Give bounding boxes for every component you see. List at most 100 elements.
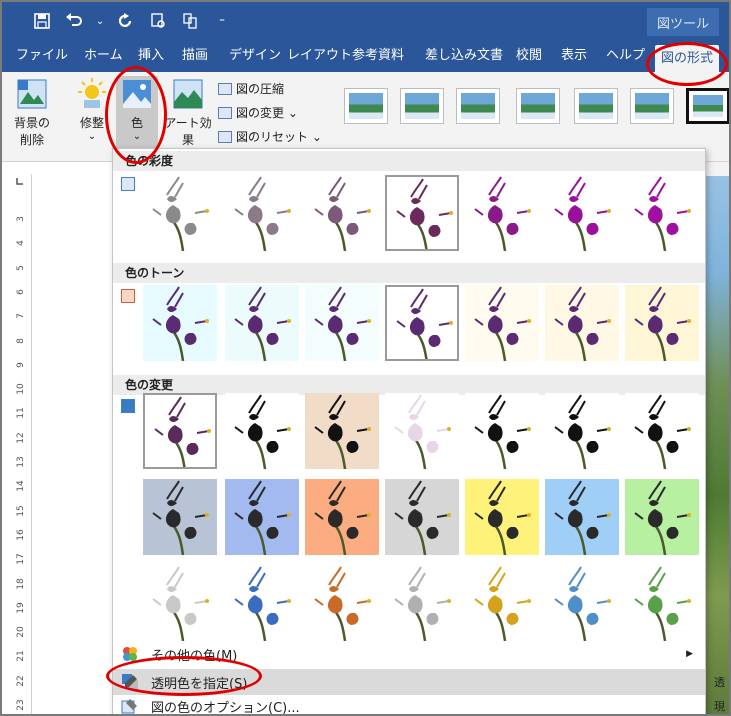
recolor-option[interactable] <box>625 393 699 469</box>
word-window: ⌄ ⁼ 図ツール ファイル ホーム 挿入 描画 デザイン レイアウト 参考資料 … <box>0 0 731 716</box>
recolor-option[interactable] <box>225 393 299 469</box>
compress-pictures-button[interactable]: 図の圧縮 <box>218 80 284 97</box>
saturation-option[interactable] <box>225 175 299 251</box>
tab-view[interactable]: 表示 <box>561 40 587 72</box>
picture-style-4[interactable] <box>516 88 560 124</box>
change-picture-label: 図の変更 ⌄ <box>236 106 298 120</box>
recolor-option[interactable] <box>625 479 699 555</box>
picture-style-6[interactable] <box>630 88 674 124</box>
reset-picture-label: 図のリセット ⌄ <box>236 130 322 144</box>
document-icon[interactable] <box>180 11 200 31</box>
ruler-number: 4 <box>16 240 26 247</box>
change-picture-button[interactable]: 図の変更 ⌄ <box>218 104 298 121</box>
recolor-option[interactable] <box>225 479 299 555</box>
annotation-picture-format-tab <box>646 42 728 86</box>
ruler-number: 13 <box>16 456 26 468</box>
ribbon-tabs: ファイル ホーム 挿入 描画 デザイン レイアウト 参考資料 差し込み文書 校閲… <box>2 40 729 72</box>
ruler-number: 15 <box>16 504 26 517</box>
recolor-option[interactable] <box>385 565 459 641</box>
recolor-option[interactable] <box>465 565 539 641</box>
recolor-option[interactable] <box>465 479 539 555</box>
tone-option[interactable] <box>465 285 539 361</box>
saturation-option[interactable] <box>305 175 379 251</box>
recolor-heading: 色の変更 <box>113 375 705 395</box>
ruler-number: 20 <box>16 626 26 638</box>
tab-review[interactable]: 校閲 <box>516 40 542 72</box>
tab-home[interactable]: ホーム <box>84 40 123 72</box>
reset-picture-icon <box>218 130 232 143</box>
recolor-option[interactable] <box>625 565 699 641</box>
ruler-number: 17 <box>16 553 26 565</box>
document-photo <box>706 162 729 714</box>
recolor-option[interactable] <box>305 565 379 641</box>
saturation-option[interactable] <box>545 175 619 251</box>
tone-option[interactable] <box>545 285 619 361</box>
sun-icon <box>76 78 108 110</box>
recolor-icon <box>121 399 135 413</box>
picture-style-2[interactable] <box>400 88 444 124</box>
tone-option[interactable] <box>143 285 217 361</box>
picture-tools-label: 図ツール <box>647 8 719 36</box>
picture-style-3[interactable] <box>456 88 500 124</box>
tab-draw[interactable]: 描画 <box>182 40 208 72</box>
saturation-option[interactable] <box>465 175 539 251</box>
tab-file[interactable]: ファイル <box>16 40 68 72</box>
color-options-icon <box>121 697 139 714</box>
artistic-effects-label: アート効果 <box>164 116 212 147</box>
picture-style-7[interactable] <box>686 88 729 124</box>
recolor-option[interactable] <box>143 565 217 641</box>
artistic-effects-icon <box>172 78 204 110</box>
ruler-number: 18 <box>16 577 26 590</box>
recolor-option[interactable] <box>143 479 217 555</box>
recolor-option[interactable] <box>143 393 217 469</box>
recolor-option[interactable] <box>385 393 459 469</box>
side-text-1: 透 <box>714 676 725 689</box>
remove-background-button[interactable]: 背景の 削除 <box>12 78 52 148</box>
recolor-option[interactable] <box>465 393 539 469</box>
tab-selector[interactable] <box>10 174 32 188</box>
tone-option[interactable] <box>385 285 459 361</box>
ruler-number: 7 <box>16 313 26 320</box>
reset-picture-button[interactable]: 図のリセット ⌄ <box>218 128 322 145</box>
compress-icon <box>218 82 232 95</box>
save-icon[interactable] <box>32 11 52 31</box>
recolor-option[interactable] <box>305 393 379 469</box>
annotation-set-transparent <box>106 656 262 696</box>
ruler-number: 14 <box>16 480 26 493</box>
recolor-option[interactable] <box>385 479 459 555</box>
ruler-number: 10 <box>16 383 26 395</box>
tone-option[interactable] <box>225 285 299 361</box>
undo-icon[interactable] <box>64 11 84 31</box>
tab-design[interactable]: デザイン <box>229 40 281 72</box>
ruler-number: 16 <box>16 529 26 541</box>
picture-style-1[interactable] <box>344 88 388 124</box>
recolor-option[interactable] <box>225 565 299 641</box>
tone-option[interactable] <box>625 285 699 361</box>
undo-dropdown-icon[interactable]: ⌄ <box>96 11 104 31</box>
tab-layout[interactable]: レイアウト <box>287 40 352 72</box>
print-preview-icon[interactable] <box>148 11 168 31</box>
saturation-option[interactable] <box>143 175 217 251</box>
tab-mailings[interactable]: 差し込み文書 <box>425 40 503 72</box>
tone-option[interactable] <box>305 285 379 361</box>
ruler-number: 5 <box>16 264 26 271</box>
recolor-option[interactable] <box>545 393 619 469</box>
picture-style-5[interactable] <box>574 88 618 124</box>
remove-background-label: 背景の <box>13 116 50 130</box>
redo-icon[interactable] <box>116 11 136 31</box>
recolor-option[interactable] <box>545 479 619 555</box>
tab-references[interactable]: 参考資料 <box>352 40 404 72</box>
artistic-effects-button[interactable]: アート効果 <box>162 78 214 148</box>
tab-help[interactable]: ヘルプ <box>606 40 645 72</box>
vertical-ruler: 3 4 5 6 7 8 9 10 11 12 13 14 15 16 17 18 19 20 21 22 23 <box>10 174 32 714</box>
recolor-option[interactable] <box>305 479 379 555</box>
submenu-arrow-icon: ▶ <box>686 649 693 659</box>
saturation-heading: 色の彩度 <box>113 151 705 171</box>
saturation-option[interactable] <box>385 175 459 251</box>
title-bar: ⌄ ⁼ 図ツール <box>2 2 729 40</box>
customize-qat-icon[interactable]: ⁼ <box>212 11 232 31</box>
saturation-option[interactable] <box>625 175 699 251</box>
recolor-option[interactable] <box>545 565 619 641</box>
color-options-menu-item[interactable]: 図の色のオプション(C)... <box>113 693 705 714</box>
saturation-icon <box>121 177 135 191</box>
